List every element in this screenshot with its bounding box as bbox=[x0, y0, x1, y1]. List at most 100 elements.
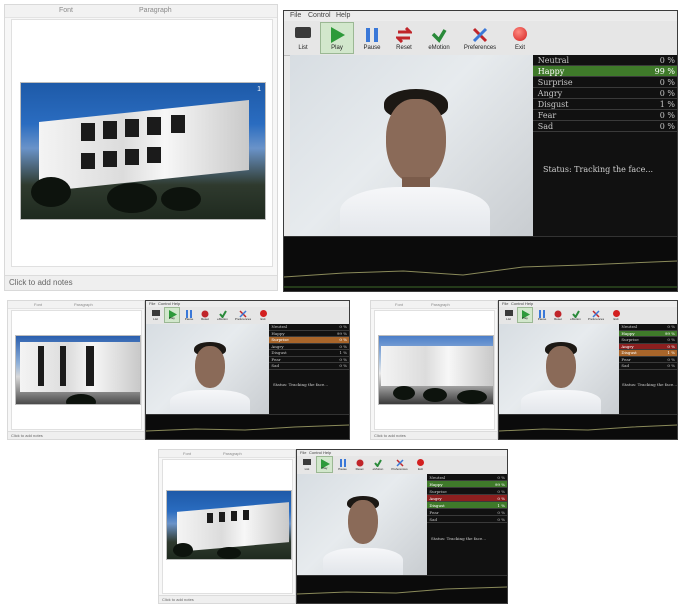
emotion-app-window-top: File Control Help List Play Pause Reset … bbox=[283, 10, 678, 292]
exit-button[interactable]: Exit bbox=[506, 23, 534, 53]
list-button[interactable]: List bbox=[502, 308, 515, 323]
emotion-label: Disgust bbox=[537, 100, 569, 109]
play-button[interactable]: Play bbox=[316, 456, 333, 473]
slide-canvas[interactable] bbox=[11, 310, 142, 430]
reset-button[interactable]: Reset bbox=[352, 457, 367, 473]
tools-icon bbox=[472, 27, 488, 43]
preferences-button[interactable]: Preferences bbox=[586, 308, 606, 323]
emotion-label: Angry bbox=[621, 343, 634, 349]
emotion-label: Happy bbox=[429, 482, 443, 487]
emotion-panel: Neutral 0 % Happy 99 % Surprise 0 % Angry 0 % Di… bbox=[619, 324, 677, 417]
emotion-label: Neutral bbox=[537, 56, 570, 65]
exit-button[interactable]: Exit bbox=[609, 308, 623, 323]
emotion-value: 0 % bbox=[497, 489, 505, 494]
emotion-label: Disgust bbox=[621, 350, 637, 355]
emotion-value: 99 % bbox=[654, 67, 675, 76]
emotion-row-sad: Sad 0 % bbox=[533, 121, 677, 132]
emotion-label: Disgust bbox=[429, 503, 445, 508]
emotion-button[interactable]: eMotion bbox=[568, 308, 583, 323]
emotion-button[interactable]: eMotion bbox=[215, 308, 230, 323]
webcam-view bbox=[290, 55, 533, 239]
emotion-value: 0 % bbox=[497, 496, 505, 501]
ribbon-paragraph-label: Paragraph bbox=[139, 7, 172, 14]
play-icon bbox=[331, 27, 345, 43]
preferences-button[interactable]: Preferences bbox=[233, 308, 253, 323]
notes-pane[interactable]: Click to add notes bbox=[371, 431, 497, 439]
emotion-panel: Neutral 0 % Happy 99 % Surprise 0 % Angry 0 % Di… bbox=[427, 474, 507, 578]
emotion-app-window-mid-right: File Control Help List Play Pause Reset … bbox=[498, 300, 678, 440]
emotion-row-disgust: Disgust 1 % bbox=[427, 502, 507, 509]
emotion-row-neutral: Neutral 0 % bbox=[533, 55, 677, 66]
emotion-value: 0 % bbox=[667, 363, 675, 368]
emotion-value: 0 % bbox=[659, 56, 675, 65]
emotion-button[interactable]: eMotion bbox=[424, 23, 454, 53]
emotion-label: Happy bbox=[271, 330, 285, 336]
slide-number: 1 bbox=[257, 86, 261, 93]
pause-button[interactable]: Pause bbox=[535, 308, 549, 323]
notes-placeholder: Click to add notes bbox=[9, 278, 73, 287]
play-button[interactable]: Play bbox=[517, 307, 533, 323]
webcam-view bbox=[297, 474, 427, 578]
building-photo: 1 bbox=[20, 82, 266, 220]
play-button[interactable]: Play bbox=[320, 22, 354, 54]
list-button[interactable]: List bbox=[300, 457, 314, 473]
emotion-label: Fear bbox=[621, 356, 631, 362]
reset-button[interactable]: Reset bbox=[390, 23, 418, 53]
preferences-button[interactable]: Preferences bbox=[460, 23, 500, 53]
emotion-row-happy: Happy 99 % bbox=[533, 66, 677, 77]
emotion-label: Surprise bbox=[429, 489, 447, 494]
notes-pane[interactable]: Click to add notes bbox=[5, 275, 277, 290]
emotion-label: Neutral bbox=[621, 324, 638, 329]
menu-help[interactable]: Help bbox=[336, 12, 350, 19]
pause-button[interactable]: Pause bbox=[358, 23, 386, 53]
emotion-label: Surprise bbox=[537, 78, 573, 87]
emotion-label: Sad bbox=[537, 122, 554, 131]
reset-button[interactable]: Reset bbox=[198, 308, 212, 323]
pause-button[interactable]: Pause bbox=[335, 457, 350, 473]
menu-file[interactable]: File bbox=[290, 12, 301, 19]
emotion-value: 1 % bbox=[659, 100, 675, 109]
exit-icon bbox=[259, 310, 267, 317]
emotion-button[interactable]: eMotion bbox=[370, 457, 386, 473]
preferences-button[interactable]: Preferences bbox=[389, 457, 410, 473]
exit-button[interactable]: Exit bbox=[413, 457, 428, 473]
toolbar: List Play Pause Reset eMotion Preference… bbox=[284, 21, 677, 56]
list-button[interactable]: List bbox=[290, 23, 316, 53]
pause-button[interactable]: Pause bbox=[182, 308, 196, 323]
slide-canvas[interactable] bbox=[374, 310, 495, 430]
exit-icon bbox=[417, 459, 424, 466]
emotion-label: Neutral bbox=[429, 475, 446, 480]
play-button[interactable]: Play bbox=[164, 307, 180, 323]
emotion-value: 0 % bbox=[659, 78, 675, 87]
emotion-row-sad: Sad 0 % bbox=[427, 516, 507, 523]
status-text: Status: Tracking the face... bbox=[543, 165, 654, 174]
emotion-value: 0 % bbox=[497, 517, 505, 522]
slide-canvas[interactable]: 1 bbox=[11, 19, 273, 267]
reset-button[interactable]: Reset bbox=[551, 308, 565, 323]
slide-canvas[interactable] bbox=[162, 459, 293, 594]
notes-pane[interactable]: Click to add notes bbox=[8, 431, 144, 439]
emotion-value: 0 % bbox=[497, 475, 505, 480]
ribbon-header: Font Paragraph bbox=[8, 301, 144, 309]
emotion-value: 99 % bbox=[494, 482, 505, 487]
ribbon-font-label: Font bbox=[59, 7, 74, 14]
emotion-row-angry: Angry 0 % bbox=[427, 495, 507, 502]
pause-icon bbox=[366, 28, 378, 42]
ribbon-header: Font Paragraph bbox=[371, 301, 497, 309]
emotion-label: Angry bbox=[429, 496, 442, 501]
camera-icon bbox=[295, 27, 311, 38]
emotion-label: Fear bbox=[429, 510, 439, 515]
menu-control[interactable]: Control bbox=[308, 12, 331, 19]
emotion-row-angry: Angry 0 % bbox=[533, 88, 677, 99]
face-image bbox=[515, 338, 605, 417]
emotion-graph bbox=[146, 414, 349, 439]
list-button[interactable]: List bbox=[149, 308, 162, 323]
notes-pane[interactable]: Click to add notes bbox=[159, 595, 295, 603]
emotion-value: 0 % bbox=[659, 111, 675, 120]
emotion-row-surprise: Surprise 0 % bbox=[533, 77, 677, 88]
exit-button[interactable]: Exit bbox=[256, 308, 270, 323]
emotion-graph bbox=[297, 575, 507, 603]
reset-icon bbox=[356, 459, 363, 467]
face-image bbox=[317, 492, 407, 578]
emotion-label: Happy bbox=[621, 330, 635, 336]
